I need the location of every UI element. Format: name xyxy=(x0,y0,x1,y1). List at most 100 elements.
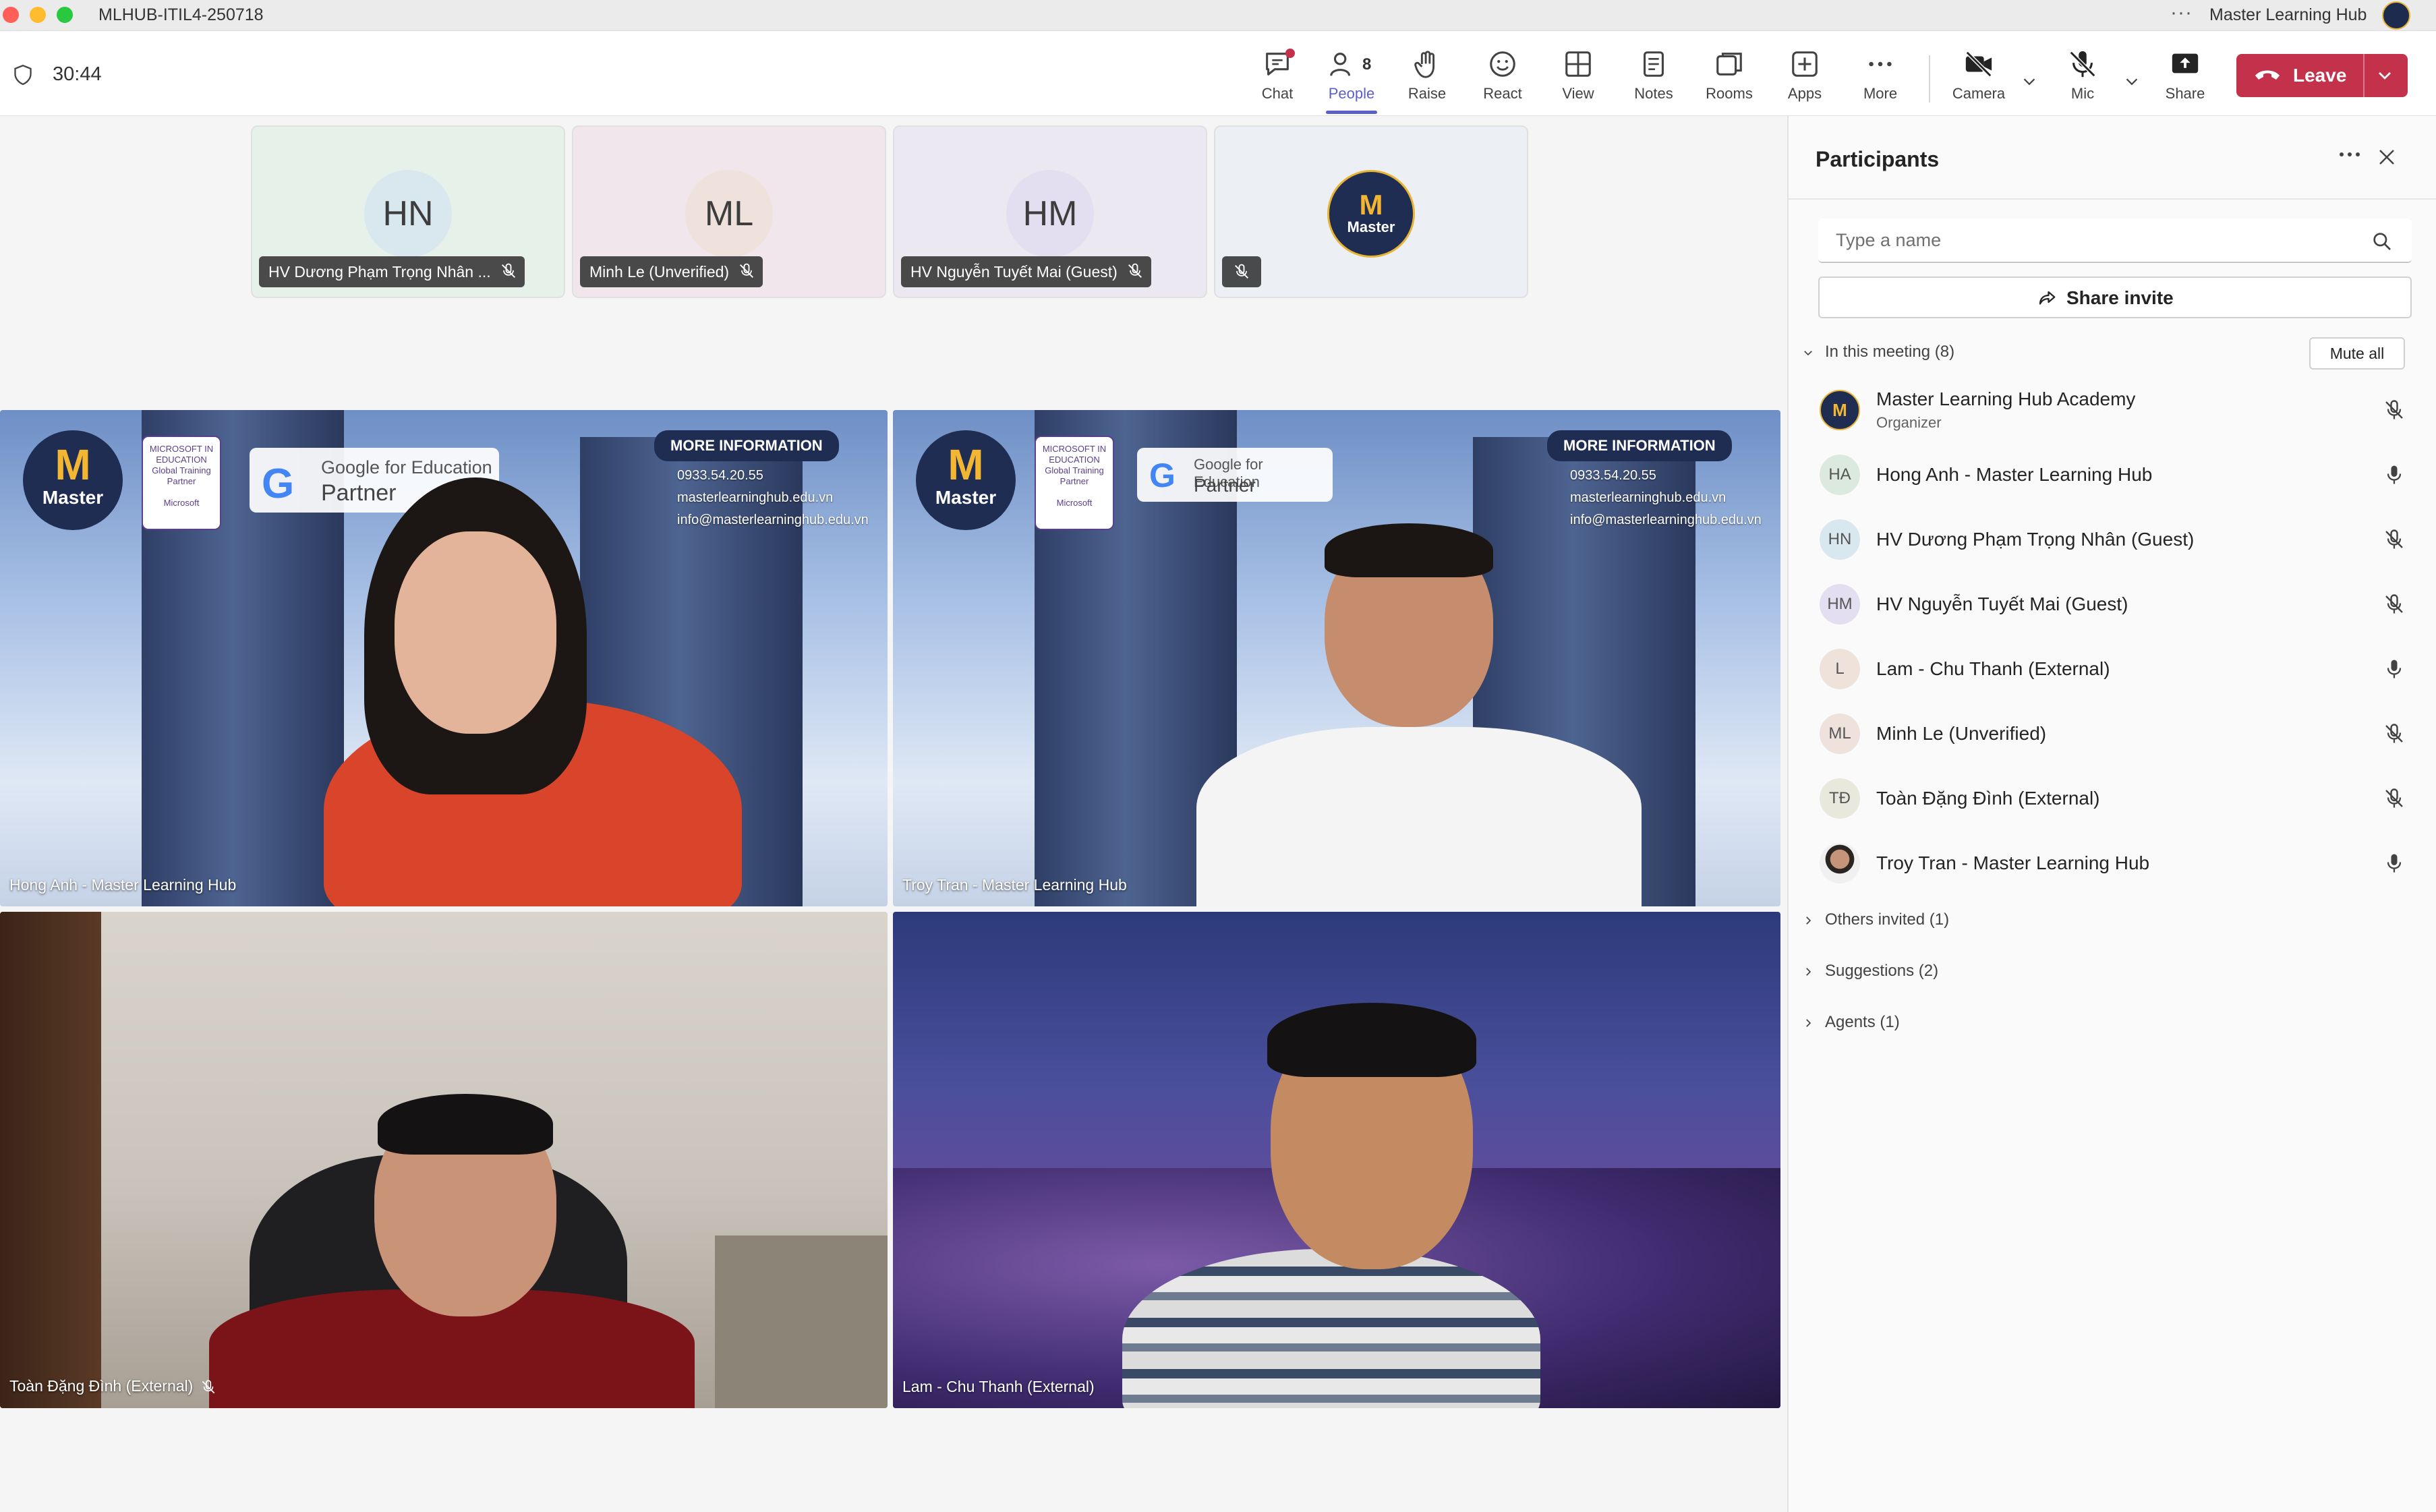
in-meeting-section-toggle[interactable]: In this meeting (8) xyxy=(1802,343,1954,361)
avatar: ML xyxy=(685,170,773,258)
info-header: MORE INFORMATION xyxy=(654,430,839,461)
zoom-window-button[interactable] xyxy=(57,7,73,23)
participant-row[interactable]: TĐ Toàn Đặng Đình (External) xyxy=(1789,766,2436,831)
participant-name: HV Nguyễn Tuyết Mai (Guest) xyxy=(910,263,1118,281)
mic-on-icon[interactable] xyxy=(2382,463,2406,487)
participant-tile[interactable]: M Master xyxy=(1214,125,1528,298)
people-button[interactable]: People xyxy=(1318,49,1385,113)
react-button[interactable]: React xyxy=(1469,49,1536,113)
raise-hand-button[interactable]: Raise xyxy=(1393,49,1461,113)
view-button[interactable]: View xyxy=(1544,49,1612,113)
agents-section-toggle[interactable]: Agents (1) xyxy=(1802,1013,1900,1032)
chevron-right-icon xyxy=(1806,967,1811,976)
participant-row[interactable]: HA Hong Anh - Master Learning Hub xyxy=(1789,442,2436,507)
react-label: React xyxy=(1483,85,1522,102)
avatar: HA xyxy=(1820,455,1860,495)
mic-off-icon xyxy=(740,263,754,278)
participant-name-label: HV Dương Phạm Trọng Nhân ... xyxy=(259,256,525,287)
camera-button[interactable]: Camera xyxy=(1945,49,2012,113)
info-header: MORE INFORMATION xyxy=(1547,430,1732,461)
chat-button[interactable]: Chat xyxy=(1244,49,1311,113)
participant-name-label: Minh Le (Unverified) xyxy=(580,256,763,287)
participant-row[interactable]: ML Minh Le (Unverified) xyxy=(1789,701,2436,766)
mic-off-icon[interactable] xyxy=(2382,527,2406,552)
participant-hair xyxy=(1267,1003,1476,1077)
info-website: masterlearninghub.edu.vn xyxy=(677,490,834,505)
info-website: masterlearninghub.edu.vn xyxy=(1570,490,1727,505)
minimize-window-button[interactable] xyxy=(30,7,46,23)
apps-button[interactable]: Apps xyxy=(1771,49,1838,113)
avatar: ML xyxy=(1820,714,1860,754)
video-tile-lam-chu-thanh[interactable]: Lam - Chu Thanh (External) xyxy=(893,912,1780,1408)
search-icon[interactable] xyxy=(2371,231,2393,252)
gfe-line2: Partner xyxy=(321,480,397,506)
mic-on-icon[interactable] xyxy=(2382,657,2406,681)
participant-row[interactable]: L Lam - Chu Thanh (External) xyxy=(1789,637,2436,701)
profile-avatar[interactable] xyxy=(2382,1,2410,30)
title-bar: MLHUB-ITIL4-250718 ··· Master Learning H… xyxy=(0,0,2436,31)
mic-off-icon[interactable] xyxy=(2382,592,2406,616)
participant-row[interactable]: Troy Tran - Master Learning Hub xyxy=(1789,831,2436,896)
hang-up-icon xyxy=(2255,70,2280,80)
mic-on-icon[interactable] xyxy=(2382,851,2406,875)
avatar: HN xyxy=(1820,519,1860,560)
google-g-icon: G xyxy=(262,461,295,507)
leave-button[interactable]: Leave xyxy=(2236,54,2408,97)
participant-row[interactable]: M Master Learning Hub Academy Organizer xyxy=(1789,378,2436,442)
camera-options-chevron-icon[interactable] xyxy=(2019,71,2039,92)
logo-word: Master xyxy=(1347,219,1395,235)
mic-off-icon[interactable] xyxy=(2382,398,2406,422)
mic-off-icon[interactable] xyxy=(2382,786,2406,811)
logo-letter: M xyxy=(55,440,91,489)
more-options-icon[interactable] xyxy=(2335,144,2365,165)
close-icon[interactable] xyxy=(2377,147,2397,167)
mute-all-button[interactable]: Mute all xyxy=(2309,337,2405,370)
participant-name: HV Dương Phạm Trọng Nhân ... xyxy=(268,263,491,281)
share-invite-button[interactable]: Share invite xyxy=(1818,277,2412,318)
participant-name-label: Hong Anh - Master Learning Hub xyxy=(9,876,237,894)
more-options-icon[interactable]: ··· xyxy=(2170,1,2193,24)
rooms-button[interactable]: Rooms xyxy=(1695,49,1763,113)
participant-name: Master Learning Hub Academy xyxy=(1876,388,2136,409)
video-tile-troy-tran[interactable]: M Master MICROSOFT IN EDUCATION Global Tr… xyxy=(893,410,1780,906)
smiley-icon xyxy=(1490,51,1515,77)
participants-panel: Participants Share invite In this meetin… xyxy=(1787,116,2436,1512)
mic-button[interactable]: Mic xyxy=(2049,49,2116,113)
others-invited-section-toggle[interactable]: Others invited (1) xyxy=(1802,910,1949,929)
suggestions-section-toggle[interactable]: Suggestions (2) xyxy=(1802,962,1938,981)
participant-row[interactable]: HM HV Nguyễn Tuyết Mai (Guest) xyxy=(1789,572,2436,637)
share-icon xyxy=(2039,291,2056,305)
search-input[interactable] xyxy=(1818,219,2412,263)
participant-name-label: Troy Tran - Master Learning Hub xyxy=(902,876,1127,894)
participant-tile[interactable]: HM HV Nguyễn Tuyết Mai (Guest) xyxy=(893,125,1207,298)
view-label: View xyxy=(1562,85,1594,102)
video-tile-toan-dang-dinh[interactable]: Toàn Đặng Đình (External) xyxy=(0,912,888,1408)
info-email: info@masterlearninghub.edu.vn xyxy=(677,513,869,527)
badge-text: MICROSOFT IN EDUCATION Global Training P… xyxy=(1042,444,1107,486)
participant-row[interactable]: HN HV Dương Phạm Trọng Nhân (Guest) xyxy=(1789,507,2436,572)
toolbar-divider xyxy=(1929,55,1930,103)
participant-tile[interactable]: ML Minh Le (Unverified) xyxy=(572,125,886,298)
meeting-toolbar: 30:44 Chat People 8 Raise React View Not… xyxy=(0,31,2436,116)
avatar: HN xyxy=(364,170,452,258)
organizer-logo-avatar: M Master xyxy=(1327,170,1415,258)
leave-options-chevron-icon[interactable] xyxy=(2374,65,2396,86)
mic-options-chevron-icon[interactable] xyxy=(2122,71,2142,92)
participant-tile[interactable]: HN HV Dương Phạm Trọng Nhân ... xyxy=(251,125,565,298)
others-invited-label: Others invited (1) xyxy=(1825,910,1950,929)
hand-icon xyxy=(1414,51,1435,78)
contact-info: MORE INFORMATION 0933.54.20.55 masterlea… xyxy=(654,430,883,528)
info-email: info@masterlearninghub.edu.vn xyxy=(1570,513,1762,527)
close-window-button[interactable] xyxy=(3,7,19,23)
video-tile-hong-anh[interactable]: M Master MICROSOFT IN EDUCATION Global Tr… xyxy=(0,410,888,906)
mic-off-icon[interactable] xyxy=(2382,722,2406,746)
participant-name: Minh Le (Unverified) xyxy=(589,263,730,281)
notes-button[interactable]: Notes xyxy=(1620,49,1687,113)
panel-title: Participants xyxy=(1816,147,1940,171)
org-name: Master Learning Hub xyxy=(2209,5,2367,24)
participant-name: Toàn Đặng Đình (External) xyxy=(1876,788,2100,809)
badge-footer: Microsoft xyxy=(163,498,200,508)
window-title: MLHUB-ITIL4-250718 xyxy=(98,5,264,24)
share-button[interactable]: Share xyxy=(2151,49,2219,113)
more-button[interactable]: More xyxy=(1847,49,1914,113)
